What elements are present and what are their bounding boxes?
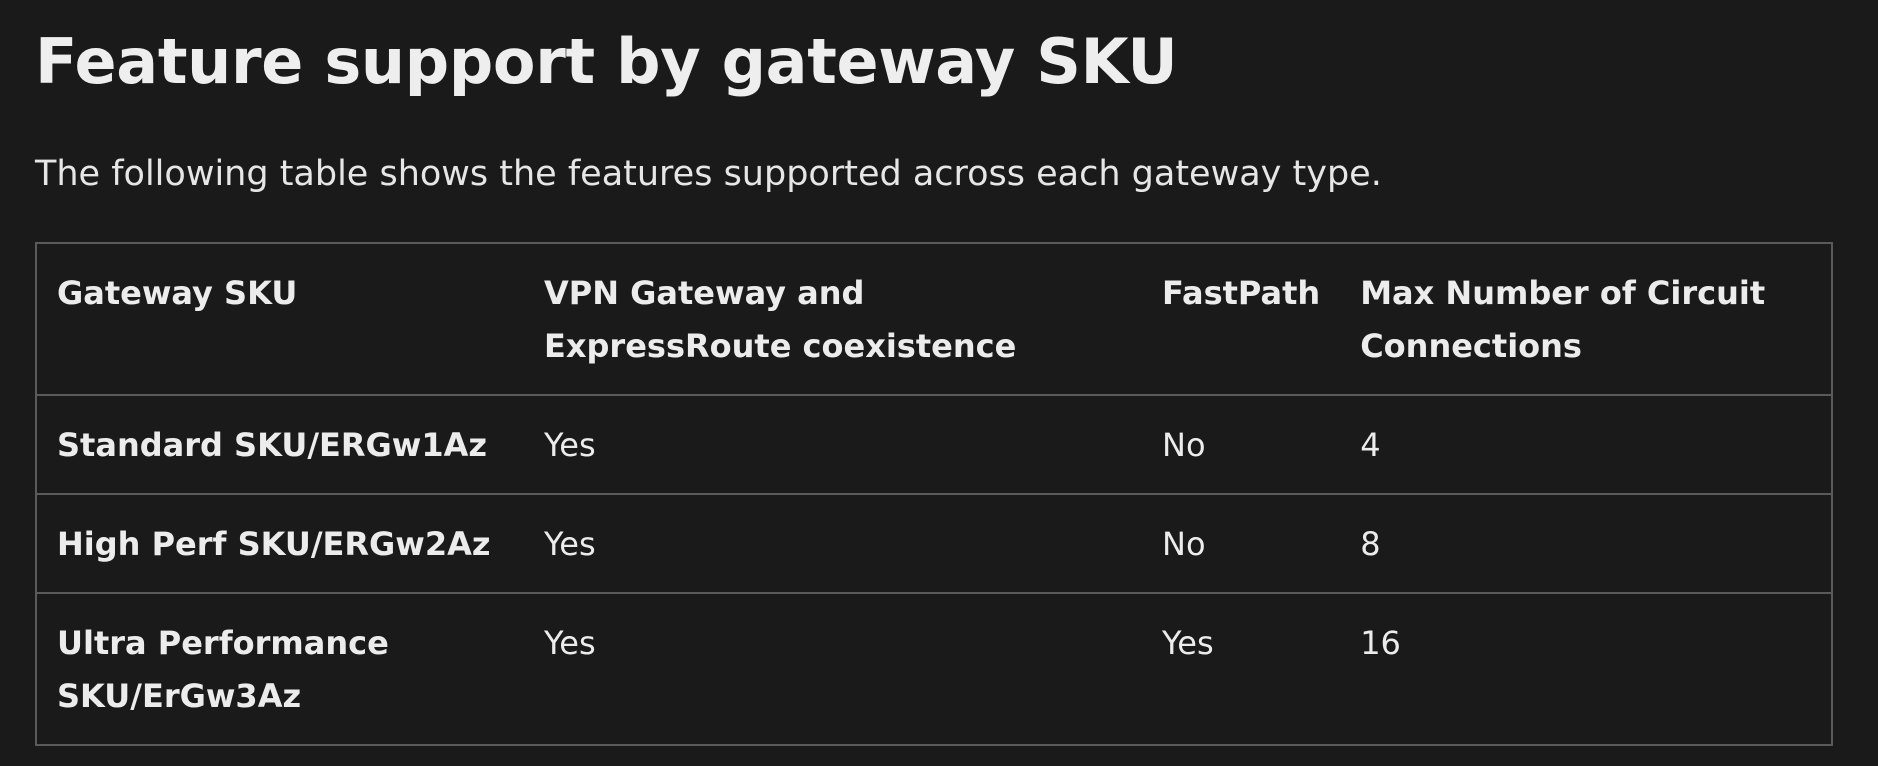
cell-coexistence: Yes: [524, 493, 1142, 593]
cell-fastpath: No: [1142, 493, 1341, 593]
table-body: Standard SKU/ERGw1Az Yes No 4 High Perf …: [36, 394, 1832, 745]
cell-coexistence: Yes: [524, 592, 1142, 745]
column-header-gateway-sku: Gateway SKU: [36, 242, 524, 395]
table-header-row: Gateway SKU VPN Gateway and ExpressRoute…: [36, 242, 1832, 395]
document-page: Feature support by gateway SKU The follo…: [0, 0, 1878, 766]
feature-support-table: Gateway SKU VPN Gateway and ExpressRoute…: [35, 242, 1833, 746]
cell-max-circuit-connections: 8: [1340, 493, 1832, 593]
cell-coexistence: Yes: [524, 394, 1142, 494]
cell-fastpath: No: [1142, 394, 1341, 494]
page-title: Feature support by gateway SKU: [35, 25, 1178, 98]
cell-gateway-sku: Ultra Performance SKU/ErGw3Az: [36, 592, 524, 745]
column-header-max-circuit-connections: Max Number of Circuit Connections: [1340, 242, 1832, 395]
table-row: High Perf SKU/ERGw2Az Yes No 8: [36, 493, 1832, 593]
cell-fastpath: Yes: [1142, 592, 1341, 745]
cell-gateway-sku: High Perf SKU/ERGw2Az: [36, 493, 524, 593]
table-row: Standard SKU/ERGw1Az Yes No 4: [36, 394, 1832, 494]
cell-max-circuit-connections: 4: [1340, 394, 1832, 494]
table-row: Ultra Performance SKU/ErGw3Az Yes Yes 16: [36, 592, 1832, 745]
column-header-fastpath: FastPath: [1142, 242, 1341, 395]
cell-gateway-sku: Standard SKU/ERGw1Az: [36, 394, 524, 494]
intro-paragraph: The following table shows the features s…: [35, 154, 1382, 194]
table-header: Gateway SKU VPN Gateway and ExpressRoute…: [36, 242, 1832, 395]
column-header-coexistence: VPN Gateway and ExpressRoute coexistence: [524, 242, 1142, 395]
cell-max-circuit-connections: 16: [1340, 592, 1832, 745]
